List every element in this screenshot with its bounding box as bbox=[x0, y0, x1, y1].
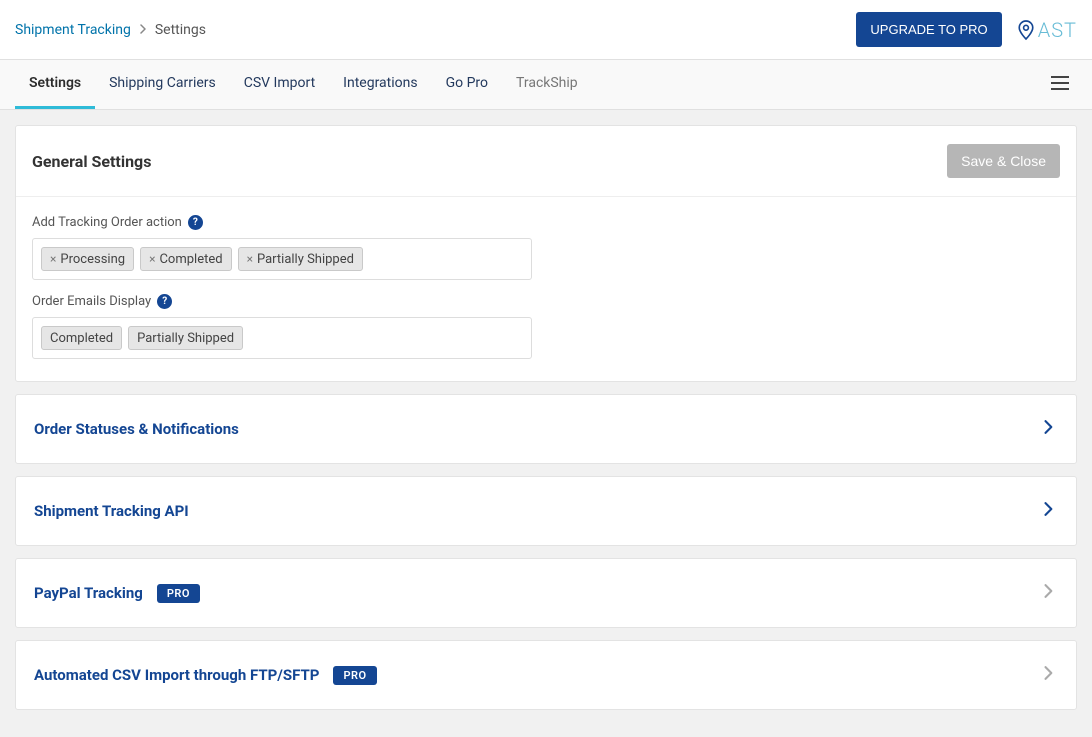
hamburger-menu-icon[interactable] bbox=[1043, 68, 1077, 102]
tag[interactable]: × Partially Shipped bbox=[238, 247, 363, 271]
accordion-section[interactable]: PayPal Tracking PRO bbox=[15, 558, 1077, 628]
tag-label: Partially Shipped bbox=[137, 331, 234, 346]
tag-remove-icon[interactable]: × bbox=[247, 252, 253, 266]
breadcrumb-current: Settings bbox=[155, 22, 206, 38]
tab-trackship[interactable]: TrackShip bbox=[502, 60, 592, 109]
accordion-left: PayPal Tracking PRO bbox=[34, 584, 200, 603]
add-tracking-order-action-field: Add Tracking Order action ? ×Processing×… bbox=[32, 215, 1060, 280]
tag-label: Completed bbox=[50, 331, 113, 346]
tag[interactable]: Completed bbox=[41, 326, 122, 350]
tab-settings[interactable]: Settings bbox=[15, 60, 95, 109]
field-label-text: Order Emails Display bbox=[32, 294, 151, 309]
chevron-right-icon bbox=[1038, 663, 1058, 687]
tab-integrations[interactable]: Integrations bbox=[329, 60, 431, 109]
tag-label: Partially Shipped bbox=[257, 252, 354, 267]
field-label-text: Add Tracking Order action bbox=[32, 215, 182, 230]
tabs-bar: SettingsShipping CarriersCSV ImportInteg… bbox=[0, 60, 1092, 110]
save-close-button[interactable]: Save & Close bbox=[947, 144, 1060, 178]
help-icon[interactable]: ? bbox=[157, 294, 172, 309]
pro-badge: PRO bbox=[157, 584, 200, 603]
chevron-right-icon bbox=[1038, 417, 1058, 441]
tag-input[interactable]: × Processing × Completed × Partially Shipped bbox=[32, 238, 532, 280]
panel-header: General Settings Save & Close bbox=[16, 126, 1076, 196]
chevron-right-icon bbox=[139, 23, 147, 37]
tag-remove-icon[interactable]: × bbox=[149, 252, 155, 266]
tab-go-pro[interactable]: Go Pro bbox=[432, 60, 502, 109]
section-title: PayPal Tracking bbox=[34, 584, 143, 602]
tab-csv-import[interactable]: CSV Import bbox=[230, 60, 329, 109]
panel-title: General Settings bbox=[32, 152, 151, 171]
header-right: UPGRADE TO PRO AST bbox=[856, 12, 1077, 47]
panel-body: Add Tracking Order action ? ×Processing×… bbox=[16, 196, 1076, 381]
accordion-section[interactable]: Shipment Tracking API bbox=[15, 476, 1077, 546]
chevron-right-icon bbox=[1038, 581, 1058, 605]
accordion-section[interactable]: Order Statuses & Notifications bbox=[15, 394, 1077, 464]
tab-shipping-carriers[interactable]: Shipping Carriers bbox=[95, 60, 230, 109]
chevron-right-icon bbox=[1038, 499, 1058, 523]
header: Shipment Tracking Settings UPGRADE TO PR… bbox=[0, 0, 1092, 60]
upgrade-to-pro-button[interactable]: UPGRADE TO PRO bbox=[856, 12, 1001, 47]
accordion-section[interactable]: Automated CSV Import through FTP/SFTP PRO bbox=[15, 640, 1077, 710]
tag-label: Completed bbox=[159, 252, 222, 267]
pro-badge: PRO bbox=[333, 666, 376, 685]
breadcrumb-root-link[interactable]: Shipment Tracking bbox=[15, 22, 131, 38]
accordion-left: Automated CSV Import through FTP/SFTP PRO bbox=[34, 666, 377, 685]
logo-text: AST bbox=[1038, 18, 1077, 42]
tag[interactable]: Partially Shipped bbox=[128, 326, 243, 350]
field-label: Add Tracking Order action ? bbox=[32, 215, 1060, 230]
tag-remove-icon[interactable]: × bbox=[50, 252, 56, 266]
section-title: Shipment Tracking API bbox=[34, 502, 189, 520]
content: General Settings Save & Close Add Tracki… bbox=[0, 110, 1092, 737]
order-emails-display-field: Order Emails Display ? Completed Partiall… bbox=[32, 294, 1060, 359]
accordion-left: Shipment Tracking API bbox=[34, 502, 189, 520]
breadcrumb: Shipment Tracking Settings bbox=[15, 22, 206, 38]
accordion-left: Order Statuses & Notifications bbox=[34, 420, 239, 438]
pin-icon bbox=[1017, 19, 1035, 41]
section-title: Automated CSV Import through FTP/SFTP bbox=[34, 666, 319, 684]
tag-label: Processing bbox=[60, 252, 125, 267]
tag[interactable]: × Processing bbox=[41, 247, 134, 271]
general-settings-panel: General Settings Save & Close Add Tracki… bbox=[15, 125, 1077, 382]
tag-input[interactable]: Completed Partially Shipped bbox=[32, 317, 532, 359]
help-icon[interactable]: ? bbox=[188, 215, 203, 230]
field-label: Order Emails Display ? bbox=[32, 294, 1060, 309]
tag[interactable]: × Completed bbox=[140, 247, 232, 271]
section-title: Order Statuses & Notifications bbox=[34, 420, 239, 438]
ast-logo: AST bbox=[1017, 18, 1077, 42]
